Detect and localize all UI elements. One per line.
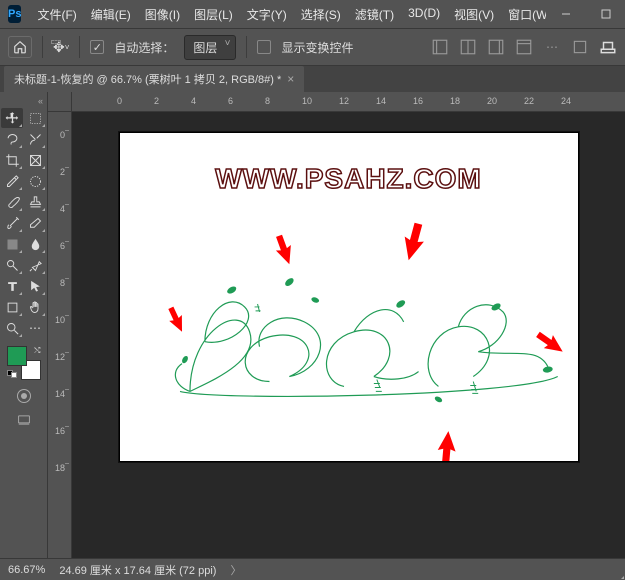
- window-controls: [546, 0, 625, 28]
- home-button[interactable]: [8, 36, 32, 58]
- pen-tool[interactable]: [24, 255, 46, 275]
- move-tool-icon[interactable]: ✥˅: [53, 39, 69, 56]
- brush-tool[interactable]: [1, 192, 23, 212]
- foreground-color-swatch[interactable]: [7, 346, 27, 366]
- separator: [246, 36, 247, 58]
- menu-image[interactable]: 图像(I): [139, 2, 186, 27]
- workspace: « ⋯ ⤭: [0, 92, 625, 558]
- 3d-mode-icon[interactable]: [571, 38, 589, 56]
- history-brush-tool[interactable]: [1, 213, 23, 233]
- align-icon-4[interactable]: [515, 38, 533, 56]
- align-icon-3[interactable]: [487, 38, 505, 56]
- menu-filter[interactable]: 滤镜(T): [349, 2, 400, 27]
- canvas-background[interactable]: WWW.PSAHZ.COM: [72, 112, 625, 558]
- gradient-tool[interactable]: [1, 234, 23, 254]
- auto-select-checkbox[interactable]: [90, 40, 104, 54]
- menu-layer[interactable]: 图层(L): [188, 2, 239, 27]
- document-tab[interactable]: 未标题-1-恢复的 @ 66.7% (栗树叶 1 拷贝 2, RGB/8#) *…: [4, 66, 304, 92]
- marquee-tool[interactable]: [24, 108, 46, 128]
- menu-file[interactable]: 文件(F): [31, 2, 82, 27]
- blur-tool[interactable]: [24, 234, 46, 254]
- auto-select-label: 自动选择：: [114, 39, 174, 56]
- hand-tool[interactable]: [24, 297, 46, 317]
- default-colors-icon[interactable]: [7, 370, 17, 380]
- close-tab-icon[interactable]: ×: [287, 72, 294, 86]
- overflow-icon[interactable]: ⋯: [543, 38, 561, 56]
- swap-colors-icon[interactable]: ⤭: [34, 346, 40, 356]
- show-transform-checkbox[interactable]: [257, 40, 271, 54]
- zoom-tool[interactable]: [1, 318, 23, 338]
- frame-tool[interactable]: [24, 150, 46, 170]
- share-icon[interactable]: [599, 38, 617, 56]
- document-tabbar: 未标题-1-恢复的 @ 66.7% (栗树叶 1 拷贝 2, RGB/8#) *…: [0, 66, 625, 92]
- stamp-tool[interactable]: [24, 192, 46, 212]
- separator: [79, 36, 80, 58]
- toolbox-collapse-icon[interactable]: «: [0, 96, 47, 106]
- screen-mode-button[interactable]: [13, 410, 35, 430]
- minimize-button[interactable]: [546, 0, 586, 28]
- show-transform-label: 显示变换控件: [281, 39, 353, 56]
- document-canvas[interactable]: WWW.PSAHZ.COM: [119, 132, 579, 462]
- menu-3d[interactable]: 3D(D): [402, 2, 446, 27]
- zoom-level[interactable]: 66.67%: [8, 564, 45, 576]
- document-tab-title: 未标题-1-恢复的 @ 66.7% (栗树叶 1 拷贝 2, RGB/8#) *: [14, 71, 281, 87]
- horizontal-ruler[interactable]: 024681012141618202224: [72, 92, 625, 112]
- app-logo: Ps: [8, 5, 21, 23]
- dodge-tool[interactable]: [1, 255, 23, 275]
- ruler-origin[interactable]: [48, 92, 72, 112]
- status-menu-icon[interactable]: 〉: [230, 562, 241, 578]
- maximize-button[interactable]: [586, 0, 625, 28]
- shape-tool[interactable]: [1, 297, 23, 317]
- menu-select[interactable]: 选择(S): [295, 2, 347, 27]
- crop-tool[interactable]: [1, 150, 23, 170]
- separator: [42, 36, 43, 58]
- eraser-tool[interactable]: [24, 213, 46, 233]
- titlebar: Ps 文件(F) 编辑(E) 图像(I) 图层(L) 文字(Y) 选择(S) 滤…: [0, 0, 625, 28]
- artwork: [120, 133, 578, 461]
- options-bar: ✥˅ 自动选择： 图层 显示变换控件 ⋯: [0, 28, 625, 66]
- align-icon-2[interactable]: [459, 38, 477, 56]
- vertical-ruler[interactable]: 024681012141618: [48, 112, 72, 558]
- quick-mask-button[interactable]: [13, 386, 35, 406]
- edit-toolbar-button[interactable]: ⋯: [24, 318, 46, 338]
- target-dropdown[interactable]: 图层: [184, 35, 236, 60]
- healing-tool[interactable]: [24, 171, 46, 191]
- align-icon-1[interactable]: [431, 38, 449, 56]
- menu-window[interactable]: 窗口(W: [502, 2, 546, 27]
- status-bar: 66.67% 24.69 厘米 x 17.64 厘米 (72 ppi) 〉: [0, 558, 625, 580]
- type-tool[interactable]: [1, 276, 23, 296]
- eyedropper-tool[interactable]: [1, 171, 23, 191]
- canvas-wrap: 024681012141618 024681012141618202224 WW…: [48, 92, 625, 558]
- document-dimensions[interactable]: 24.69 厘米 x 17.64 厘米 (72 ppi): [59, 562, 216, 578]
- path-select-tool[interactable]: [24, 276, 46, 296]
- toolbox: « ⋯ ⤭: [0, 92, 48, 558]
- menubar: 文件(F) 编辑(E) 图像(I) 图层(L) 文字(Y) 选择(S) 滤镜(T…: [31, 2, 546, 27]
- lasso-tool[interactable]: [1, 129, 23, 149]
- menu-view[interactable]: 视图(V): [448, 2, 500, 27]
- color-swatches[interactable]: ⤭: [7, 346, 41, 380]
- menu-type[interactable]: 文字(Y): [241, 2, 293, 27]
- menu-edit[interactable]: 编辑(E): [85, 2, 137, 27]
- quick-select-tool[interactable]: [24, 129, 46, 149]
- move-tool[interactable]: [1, 108, 23, 128]
